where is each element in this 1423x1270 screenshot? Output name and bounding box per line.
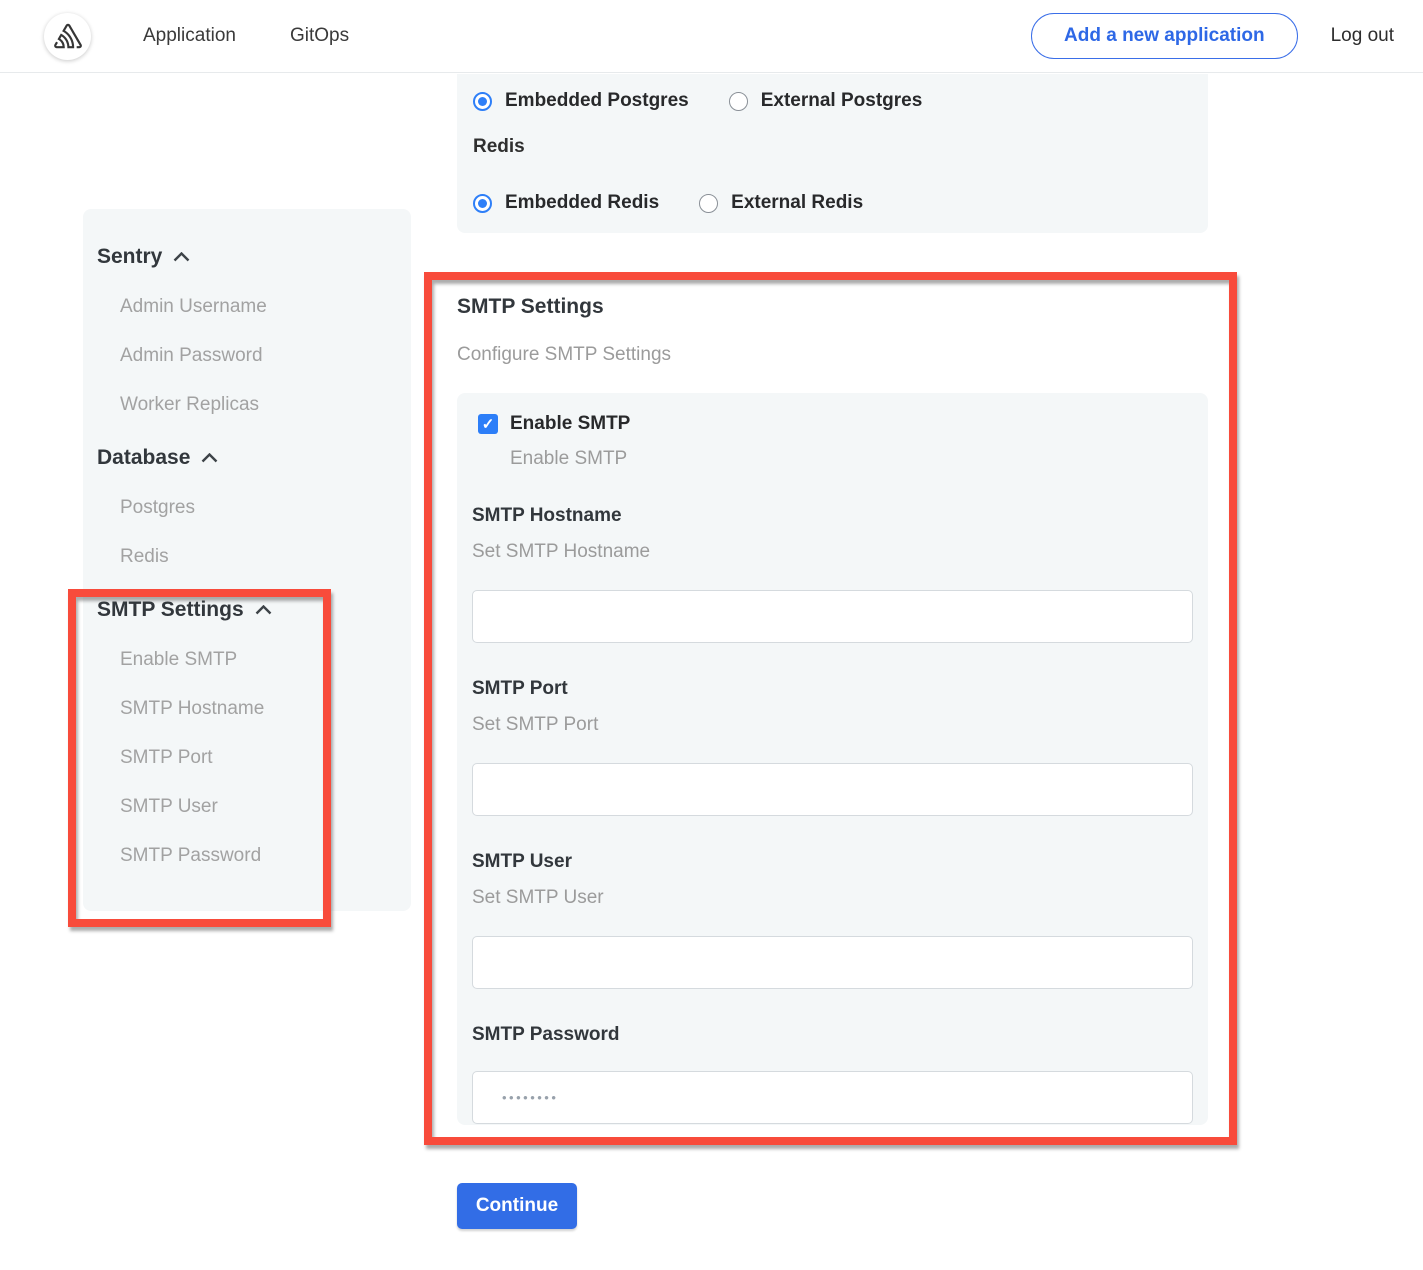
nav-item-application[interactable]: Application [143,25,236,47]
chevron-up-icon [201,453,218,463]
sidebar-group-database[interactable]: Database [97,446,397,470]
redis-group-heading: Redis [473,136,1192,158]
chevron-up-icon [255,605,272,615]
smtp-port-label: SMTP Port [472,677,1193,701]
add-application-button[interactable]: Add a new application [1031,13,1298,59]
config-nav-sidebar: Sentry Admin Username Admin Password Wor… [83,209,411,911]
sidebar-item-admin-password[interactable]: Admin Password [97,345,397,367]
enable-smtp-helper: Enable SMTP [510,448,1193,470]
external-redis-radio[interactable] [699,194,718,213]
sidebar-group-smtp-settings[interactable]: SMTP Settings [97,598,397,622]
sentry-glyph [53,22,83,50]
smtp-fields-panel: ✓ Enable SMTP Enable SMTP SMTP Hostname … [457,393,1208,1125]
sidebar-group-database-label: Database [97,446,190,470]
sidebar-item-enable-smtp[interactable]: Enable SMTP [97,649,397,671]
embedded-postgres-label: Embedded Postgres [505,90,689,112]
external-redis-label: External Redis [731,192,863,214]
chevron-up-icon [173,252,190,262]
sidebar-group-sentry-label: Sentry [97,245,162,269]
sidebar-item-admin-username[interactable]: Admin Username [97,296,397,318]
nav-item-gitops[interactable]: GitOps [290,25,349,47]
redis-radio-group: Embedded Redis External Redis [473,190,1192,216]
enable-smtp-row: ✓ Enable SMTP [478,413,1193,435]
postgres-radio-group: Embedded Postgres External Postgres [473,88,1192,114]
embedded-redis-radio[interactable] [473,194,492,213]
sentry-logo-icon [44,13,91,60]
top-navbar: Application GitOps Add a new application… [0,0,1423,73]
sidebar-item-smtp-password[interactable]: SMTP Password [97,845,397,867]
smtp-hostname-label: SMTP Hostname [472,504,1193,528]
smtp-section-title: SMTP Settings [457,295,604,319]
embedded-redis-label: Embedded Redis [505,192,659,214]
sidebar-item-smtp-user[interactable]: SMTP User [97,796,397,818]
external-postgres-label: External Postgres [761,90,923,112]
enable-smtp-checkbox[interactable]: ✓ [478,414,498,434]
sidebar-item-postgres[interactable]: Postgres [97,497,397,519]
sidebar-item-smtp-port[interactable]: SMTP Port [97,747,397,769]
smtp-user-input[interactable] [472,936,1193,989]
database-config-panel: Embedded Postgres External Postgres Redi… [457,74,1208,233]
smtp-section-subtitle: Configure SMTP Settings [457,344,671,366]
embedded-postgres-radio[interactable] [473,92,492,111]
smtp-password-label: SMTP Password [472,1023,1193,1047]
smtp-port-input[interactable] [472,763,1193,816]
smtp-hostname-helper: Set SMTP Hostname [472,541,1193,563]
sidebar-item-redis[interactable]: Redis [97,546,397,568]
sidebar-item-worker-replicas[interactable]: Worker Replicas [97,394,397,416]
smtp-user-helper: Set SMTP User [472,887,1193,909]
continue-button[interactable]: Continue [457,1183,577,1229]
logout-link[interactable]: Log out [1331,25,1394,47]
sidebar-group-sentry[interactable]: Sentry [97,245,397,269]
sidebar-item-smtp-hostname[interactable]: SMTP Hostname [97,698,397,720]
smtp-hostname-input[interactable] [472,590,1193,643]
external-postgres-radio[interactable] [729,92,748,111]
sidebar-group-smtp-settings-label: SMTP Settings [97,598,244,622]
smtp-port-helper: Set SMTP Port [472,714,1193,736]
smtp-user-label: SMTP User [472,850,1193,874]
page: Application GitOps Add a new application… [0,0,1423,1270]
smtp-password-input[interactable] [472,1071,1193,1124]
enable-smtp-checkbox-label: Enable SMTP [510,413,630,435]
